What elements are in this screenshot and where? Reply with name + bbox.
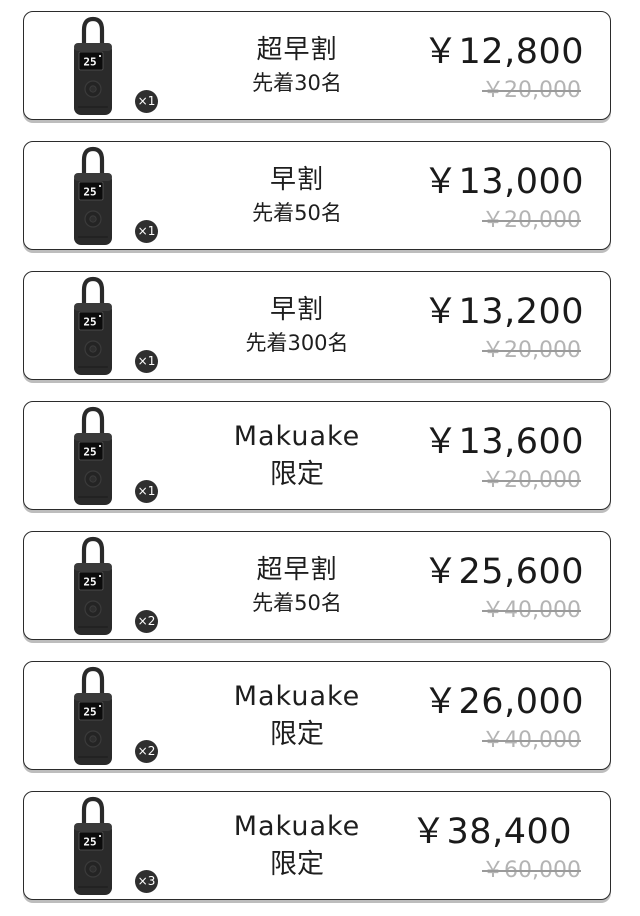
plan-tier-subtitle: 先着30名 bbox=[252, 71, 342, 95]
tire-inflator-icon: 25 bbox=[74, 16, 112, 115]
pricing-plan-card[interactable]: 25 ×1 超早割 先着30名 ￥12,800 ￥20,000 bbox=[23, 11, 611, 120]
plan-tier-subtitle: 先着50名 bbox=[252, 201, 342, 225]
plan-tier-subtitle: 限定 bbox=[270, 719, 324, 750]
sale-price: ￥12,800 bbox=[423, 32, 584, 72]
tire-inflator-icon: 25 bbox=[74, 796, 112, 895]
plan-tier: 超早割 先着50名 bbox=[210, 536, 384, 636]
tire-inflator-icon: 25 bbox=[74, 666, 112, 765]
plan-tier: Makuake 限定 bbox=[210, 796, 384, 896]
plan-tier-title: Makuake bbox=[233, 811, 361, 842]
sale-price: ￥25,600 bbox=[423, 552, 584, 592]
sale-price: ￥26,000 bbox=[423, 682, 584, 722]
tire-inflator-icon: 25 bbox=[74, 536, 112, 635]
sale-price: ￥13,600 bbox=[423, 422, 584, 462]
quantity-badge: ×3 bbox=[135, 870, 158, 893]
original-price: ￥20,000 bbox=[482, 208, 581, 233]
quantity-badge: ×1 bbox=[135, 90, 158, 113]
original-price: ￥40,000 bbox=[482, 598, 581, 623]
plan-tier: 早割 先着50名 bbox=[210, 146, 384, 246]
plan-tier-title: 超早割 bbox=[256, 555, 338, 585]
svg-text:25: 25 bbox=[83, 186, 96, 199]
sale-price: ￥13,000 bbox=[423, 162, 584, 202]
plan-tier: 早割 先着300名 bbox=[210, 276, 384, 376]
original-price: ￥20,000 bbox=[482, 468, 581, 493]
pricing-plan-card[interactable]: 25 ×3 Makuake 限定 ￥38,400 ￥60,000 bbox=[23, 791, 611, 900]
plan-tier-subtitle: 先着300名 bbox=[245, 331, 349, 355]
quantity-badge: ×1 bbox=[135, 220, 158, 243]
pricing-plan-list: 25 ×1 超早割 先着30名 ￥12,800 ￥20,000 25 ×1 早割 bbox=[0, 0, 640, 916]
quantity-badge: ×2 bbox=[135, 610, 158, 633]
svg-text:25: 25 bbox=[83, 316, 96, 329]
original-price: ￥20,000 bbox=[482, 78, 581, 103]
tire-inflator-icon: 25 bbox=[74, 276, 112, 375]
plan-tier-title: Makuake bbox=[233, 681, 361, 712]
svg-text:25: 25 bbox=[83, 446, 96, 459]
pricing-plan-card[interactable]: 25 ×1 Makuake 限定 ￥13,600 ￥20,000 bbox=[23, 401, 611, 510]
sale-price: ￥38,400 bbox=[411, 812, 572, 852]
plan-tier-subtitle: 限定 bbox=[270, 459, 324, 490]
quantity-badge: ×1 bbox=[135, 350, 158, 373]
pricing-plan-card[interactable]: 25 ×1 早割 先着50名 ￥13,000 ￥20,000 bbox=[23, 141, 611, 250]
plan-tier: 超早割 先着30名 bbox=[210, 16, 384, 116]
svg-text:25: 25 bbox=[83, 836, 96, 849]
plan-tier-title: 早割 bbox=[269, 295, 324, 325]
pricing-plan-card[interactable]: 25 ×2 超早割 先着50名 ￥25,600 ￥40,000 bbox=[23, 531, 611, 640]
sale-price: ￥13,200 bbox=[423, 292, 584, 332]
quantity-badge: ×1 bbox=[135, 480, 158, 503]
quantity-badge: ×2 bbox=[135, 740, 158, 763]
plan-tier-subtitle: 限定 bbox=[270, 849, 324, 880]
svg-text:25: 25 bbox=[83, 706, 96, 719]
plan-tier-title: Makuake bbox=[233, 421, 361, 452]
svg-text:25: 25 bbox=[83, 56, 96, 69]
original-price: ￥40,000 bbox=[482, 728, 581, 753]
tire-inflator-icon: 25 bbox=[74, 146, 112, 245]
tire-inflator-icon: 25 bbox=[74, 406, 112, 505]
original-price: ￥60,000 bbox=[482, 858, 581, 883]
plan-tier-title: 早割 bbox=[269, 165, 324, 195]
original-price: ￥20,000 bbox=[482, 338, 581, 363]
plan-tier-subtitle: 先着50名 bbox=[252, 591, 342, 615]
plan-tier-title: 超早割 bbox=[256, 35, 338, 65]
plan-tier: Makuake 限定 bbox=[210, 666, 384, 766]
pricing-plan-card[interactable]: 25 ×1 早割 先着300名 ￥13,200 ￥20,000 bbox=[23, 271, 611, 380]
plan-tier: Makuake 限定 bbox=[210, 406, 384, 506]
svg-text:25: 25 bbox=[83, 576, 96, 589]
pricing-plan-card[interactable]: 25 ×2 Makuake 限定 ￥26,000 ￥40,000 bbox=[23, 661, 611, 770]
